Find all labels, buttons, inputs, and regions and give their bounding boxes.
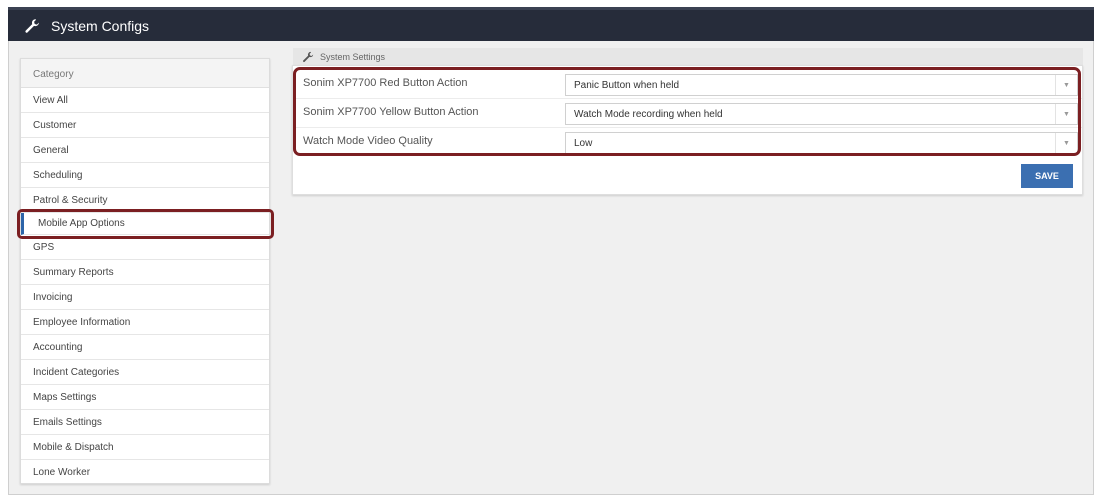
wrench-icon: [303, 51, 314, 62]
select-value: Low: [574, 138, 593, 149]
category-sidebar: Category View All Customer General Sched…: [20, 58, 270, 484]
setting-row: Watch Mode Video Quality Low ▼: [293, 128, 1082, 157]
sidebar-item-customer[interactable]: Customer: [21, 113, 269, 138]
save-button[interactable]: SAVE: [1021, 164, 1073, 188]
tab-label: System Settings: [320, 51, 386, 62]
sidebar-item-invoicing[interactable]: Invoicing: [21, 285, 269, 310]
sidebar-item-incident-categories[interactable]: Incident Categories: [21, 360, 269, 385]
page-title: System Configs: [51, 17, 150, 34]
sidebar-item-mobile-app-options[interactable]: Mobile App Options: [21, 213, 269, 235]
sidebar-item-summary-reports[interactable]: Summary Reports: [21, 260, 269, 285]
red-button-action-select[interactable]: Panic Button when held ▼: [565, 74, 1078, 96]
settings-panel: Sonim XP7700 Red Button Action Panic But…: [292, 65, 1083, 195]
yellow-button-action-select[interactable]: Watch Mode recording when held ▼: [565, 103, 1078, 125]
category-header: Category: [21, 59, 269, 88]
sidebar-item-general[interactable]: General: [21, 138, 269, 163]
sidebar-item-accounting[interactable]: Accounting: [21, 335, 269, 360]
sidebar-item-employee-information[interactable]: Employee Information: [21, 310, 269, 335]
tab-system-settings[interactable]: System Settings: [293, 48, 1083, 65]
setting-row: Sonim XP7700 Yellow Button Action Watch …: [293, 99, 1082, 128]
sidebar-item-gps[interactable]: GPS: [21, 235, 269, 260]
video-quality-select[interactable]: Low ▼: [565, 132, 1078, 154]
sidebar-item-scheduling[interactable]: Scheduling: [21, 163, 269, 188]
caret-down-icon[interactable]: ▼: [1055, 133, 1077, 153]
caret-down-icon[interactable]: ▼: [1055, 75, 1077, 95]
sidebar-item-patrol-security[interactable]: Patrol & Security: [21, 188, 269, 213]
setting-label: Sonim XP7700 Yellow Button Action: [303, 106, 479, 118]
sidebar-item-maps-settings[interactable]: Maps Settings: [21, 385, 269, 410]
sidebar-item-mobile-dispatch[interactable]: Mobile & Dispatch: [21, 435, 269, 460]
wrench-icon: [25, 18, 39, 33]
sidebar-item-view-all[interactable]: View All: [21, 88, 269, 113]
sidebar-item-lone-worker[interactable]: Lone Worker: [21, 460, 269, 485]
select-value: Panic Button when held: [574, 80, 680, 91]
setting-label: Watch Mode Video Quality: [303, 135, 433, 147]
caret-down-icon[interactable]: ▼: [1055, 104, 1077, 124]
select-value: Watch Mode recording when held: [574, 109, 723, 120]
page-header: System Configs: [8, 7, 1094, 41]
sidebar-item-emails-settings[interactable]: Emails Settings: [21, 410, 269, 435]
setting-label: Sonim XP7700 Red Button Action: [303, 77, 468, 89]
setting-row: Sonim XP7700 Red Button Action Panic But…: [293, 70, 1082, 99]
